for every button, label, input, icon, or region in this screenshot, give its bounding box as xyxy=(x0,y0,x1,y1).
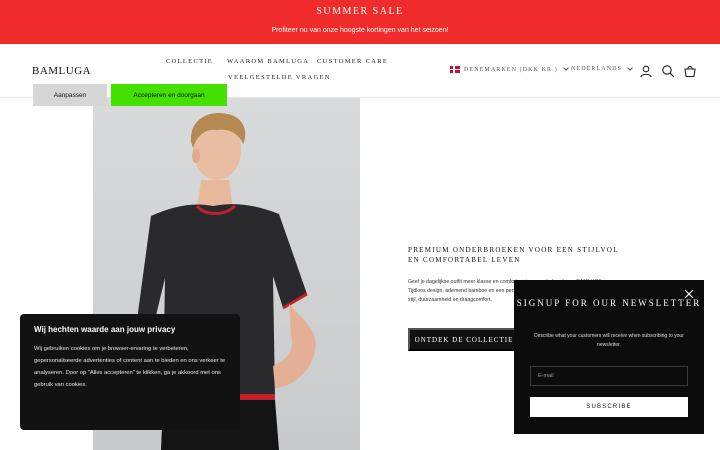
subscribe-button[interactable]: SUBSCRIBE xyxy=(530,397,688,417)
country-selector[interactable]: DENEMARKEN (DKK KR.) xyxy=(450,65,569,73)
email-field[interactable] xyxy=(530,366,688,386)
announcement-title: SUMMER SALE xyxy=(316,6,404,17)
cookie-customize-button[interactable]: Aanpassen xyxy=(33,84,107,106)
announcement-subtitle[interactable]: Profiteer nu van onze hoogste kortingen … xyxy=(0,27,720,34)
cookie-text: Wij gebruiken cookies om je browser-erva… xyxy=(34,346,226,388)
nav-link-customer-care[interactable]: CUSTOMER CARE xyxy=(317,58,388,65)
hero-heading: PREMIUM ONDERBROEKEN VOOR EEN STIJLVOL E… xyxy=(408,246,619,264)
announcement-bar: SUMMER SALE Profiteer nu van onze hoogst… xyxy=(0,0,720,44)
discover-collection-button[interactable]: ONTDEK DE COLLECTIE xyxy=(408,328,520,351)
cookie-accept-button[interactable]: Accepteren en doorgaan xyxy=(111,84,227,106)
nav-link-faq[interactable]: VEELGESTELDE VRAGEN xyxy=(228,74,331,81)
country-label: DENEMARKEN (DKK KR.) xyxy=(464,66,558,73)
newsletter-popup: SIGNUP FOR OUR NEWSLETTER Describe what … xyxy=(514,280,704,434)
nav-link-waarom[interactable]: WAAROM BAMLUGA xyxy=(227,58,309,65)
cookie-banner: Wij hechten waarde aan jouw privacy Wij … xyxy=(20,314,240,430)
account-icon[interactable] xyxy=(639,64,653,78)
language-selector[interactable]: NEDERLANDS xyxy=(571,64,633,72)
newsletter-title: SIGNUP FOR OUR NEWSLETTER xyxy=(516,298,702,308)
site-header: BAMLUGA COLLECTIE WAAROM BAMLUGA CUSTOME… xyxy=(0,44,720,98)
cart-icon[interactable] xyxy=(683,64,697,78)
logo[interactable]: BAMLUGA xyxy=(32,65,91,77)
chevron-down-icon xyxy=(627,64,633,71)
nav-link-collectie[interactable]: COLLECTIE xyxy=(166,58,213,65)
language-label: NEDERLANDS xyxy=(571,66,622,72)
search-icon[interactable] xyxy=(661,64,675,78)
chevron-down-icon xyxy=(562,65,569,71)
denmark-flag-icon xyxy=(450,66,460,73)
newsletter-description: Describe what your customers will receiv… xyxy=(534,333,684,348)
cookie-title: Wij hechten waarde aan jouw privacy xyxy=(34,325,176,334)
